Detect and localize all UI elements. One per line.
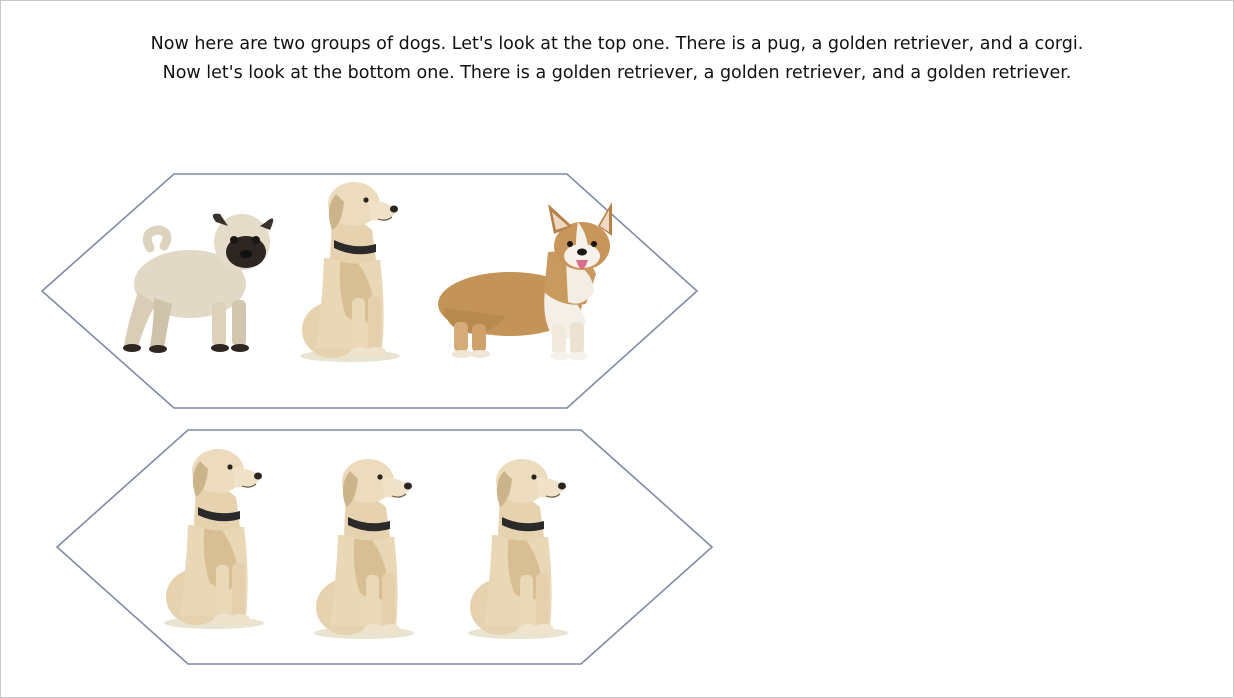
dog-group-top	[40, 173, 699, 409]
dog-group-bottom	[55, 429, 714, 665]
dog-groups-canvas	[40, 173, 714, 665]
